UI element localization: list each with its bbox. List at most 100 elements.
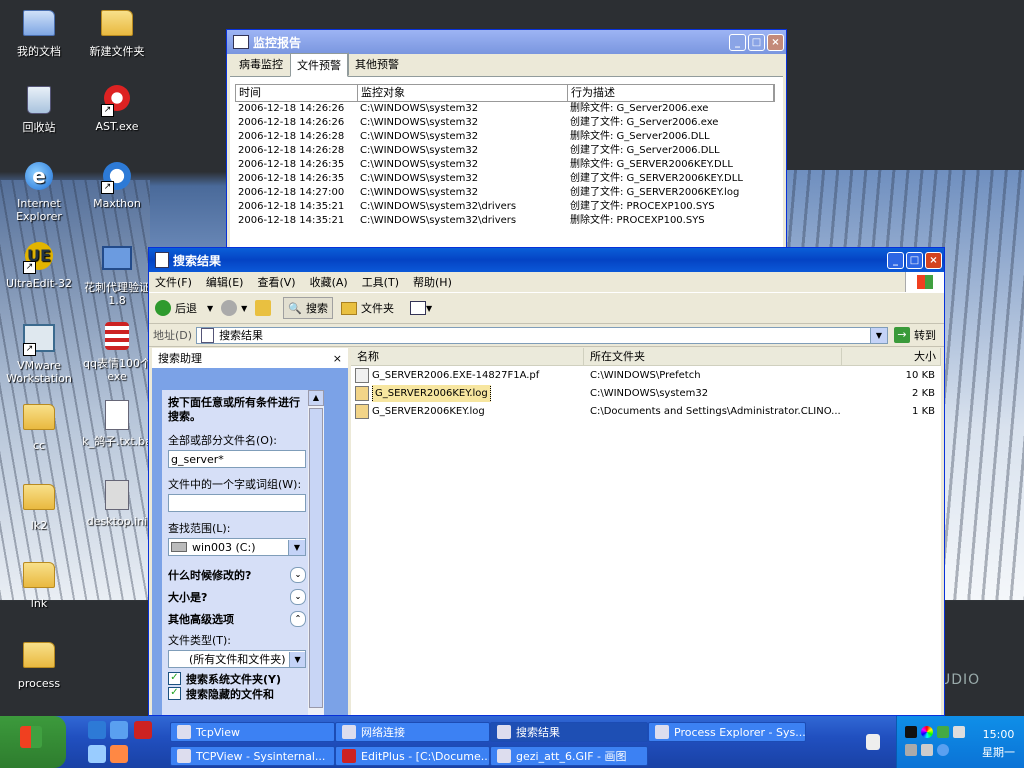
desktop-icon-proxy[interactable]: 花刺代理验证 1.8 — [78, 240, 156, 307]
task-process-explorer[interactable]: Process Explorer - Sys... — [648, 722, 806, 742]
phrase-input[interactable] — [168, 494, 306, 512]
tray-network-icon[interactable] — [905, 744, 917, 756]
table-row[interactable]: 2006-12-18 14:35:21 C:\WINDOWS\system32\d… — [235, 214, 775, 228]
task-search-results[interactable]: 搜索结果 — [490, 722, 648, 742]
look-in-select[interactable]: win003 (C:) ▼ — [168, 538, 306, 556]
desktop-icon-new-folder[interactable]: 新建文件夹 — [78, 4, 156, 58]
when-modified-section[interactable]: 什么时候修改的? ⌄ — [168, 564, 306, 586]
table-row[interactable]: 2006-12-18 14:26:35 C:\WINDOWS\system32 创建… — [235, 172, 775, 186]
search-system-checkbox[interactable]: ✓ 搜索系统文件夹(Y) — [168, 671, 306, 686]
forward-button[interactable]: ▼ — [221, 300, 247, 316]
clock[interactable]: 15:00 星期一 — [982, 726, 1015, 762]
search-button[interactable]: 🔍 搜索 — [283, 297, 334, 319]
maximize-button[interactable]: □ — [906, 251, 923, 269]
column-header-size[interactable]: 大小 — [842, 348, 941, 365]
table-row[interactable]: G_SERVER2006.EXE-14827F1A.pf C:\WINDOWS\… — [351, 367, 941, 384]
table-row[interactable]: 2006-12-18 14:27:00 C:\WINDOWS\system32 创建… — [235, 186, 775, 200]
table-row[interactable]: 2006-12-18 14:26:35 C:\WINDOWS\system32 删除… — [235, 158, 775, 172]
table-row[interactable]: G_SERVER2006KEY.log C:\WINDOWS\system32 … — [351, 385, 941, 402]
maximize-button[interactable]: □ — [748, 33, 765, 51]
menu-view[interactable]: 查看(V) — [257, 274, 295, 290]
desktop-icon-cc[interactable]: cc — [0, 398, 78, 452]
tray-app-icon[interactable] — [905, 726, 917, 738]
desktop-icon-recycle-bin[interactable]: 回收站 — [0, 82, 78, 134]
scroll-up-icon[interactable]: ▲ — [308, 390, 324, 406]
table-row[interactable]: 2006-12-18 14:35:21 C:\WINDOWS\system32\d… — [235, 200, 775, 214]
desktop-icon-ast[interactable]: ↗ AST.exe — [78, 82, 156, 133]
menu-favorites[interactable]: 收藏(A) — [310, 274, 348, 290]
desktop-icon-lnk[interactable]: lnk — [0, 556, 78, 610]
views-button[interactable]: ▼ — [410, 301, 432, 315]
column-header-folder[interactable]: 所在文件夹 — [584, 348, 842, 365]
desktop-icon-process[interactable]: process — [0, 636, 78, 690]
close-button[interactable]: × — [925, 251, 942, 269]
tray-ie-icon[interactable] — [937, 744, 949, 756]
scrollbar-thumb[interactable] — [309, 408, 323, 708]
task-editplus[interactable]: EditPlus - [C:\Docume... — [335, 746, 490, 766]
volume-icon[interactable] — [921, 744, 933, 756]
column-header-time[interactable]: 时间 — [236, 85, 358, 101]
table-row[interactable]: 2006-12-18 14:26:28 C:\WINDOWS\system32 删除… — [235, 130, 775, 144]
desktop-icon-ie[interactable]: e Internet Explorer — [0, 160, 78, 223]
desktop-icon-gezi[interactable]: k_鸽子.txt.ba — [78, 398, 156, 448]
search-hidden-checkbox[interactable]: ✓ 搜索隐藏的文件和 — [168, 686, 306, 701]
chevron-down-icon[interactable]: ▼ — [207, 304, 213, 313]
desktop-icon-desktop-ini[interactable]: desktop.ini — [78, 478, 156, 528]
tab-virus-monitor[interactable]: 病毒监控 — [232, 52, 290, 76]
file-type-select[interactable]: (所有文件和文件夹) ▼ — [168, 650, 306, 668]
table-row[interactable]: 2006-12-18 14:26:28 C:\WINDOWS\system32 创建… — [235, 144, 775, 158]
filename-input[interactable]: g_server* — [168, 450, 306, 468]
task-network[interactable]: 网络连接 — [335, 722, 490, 742]
search-titlebar[interactable]: 搜索结果 _ □ × — [149, 248, 944, 272]
close-button[interactable]: × — [767, 33, 784, 51]
table-row[interactable]: 2006-12-18 14:26:26 C:\WINDOWS\system32 删除… — [235, 102, 775, 116]
address-input[interactable]: 搜索结果 ▼ — [196, 326, 888, 344]
tray-expand-icon[interactable] — [866, 734, 880, 750]
advanced-section[interactable]: 其他高级选项 ⌃ — [168, 608, 306, 630]
task-tcpview[interactable]: TcpView — [170, 722, 335, 742]
tray-tool-icon[interactable] — [953, 726, 965, 738]
chevron-down-icon[interactable]: ▼ — [241, 304, 247, 313]
expand-chevron-icon[interactable]: ⌄ — [290, 567, 306, 583]
minimize-button[interactable]: _ — [729, 33, 746, 51]
show-desktop-icon[interactable] — [88, 745, 106, 763]
minimize-button[interactable]: _ — [887, 251, 904, 269]
ie-icon[interactable] — [88, 721, 106, 739]
menu-help[interactable]: 帮助(H) — [413, 274, 452, 290]
tray-color-icon[interactable] — [921, 726, 933, 738]
menu-file[interactable]: 文件(F) — [155, 274, 192, 290]
editplus-icon[interactable] — [134, 721, 152, 739]
task-paint[interactable]: gezi_att_6.GIF - 画图 — [490, 746, 648, 766]
chevron-down-icon[interactable]: ▼ — [288, 539, 305, 555]
table-row[interactable]: G_SERVER2006KEY.log C:\Documents and Set… — [351, 403, 941, 420]
task-tcpview-sysinternals[interactable]: TCPView - Sysinternal... — [170, 746, 335, 766]
tab-other-alert[interactable]: 其他预警 — [348, 52, 406, 76]
desktop-icon-maxthon[interactable]: ↗ Maxthon — [78, 160, 156, 210]
app-quicklaunch-icon[interactable] — [110, 745, 128, 763]
close-icon[interactable]: × — [333, 352, 342, 365]
tray-shield-icon[interactable] — [937, 726, 949, 738]
search-form-scrollbar[interactable]: ▲ — [308, 390, 324, 715]
desktop-icon-my-documents[interactable]: 我的文档 — [0, 4, 78, 58]
desktop-icon-lk2[interactable]: lk2 — [0, 478, 78, 532]
desktop-icon-qq[interactable]: qq表情100个 exe — [78, 320, 156, 383]
size-section[interactable]: 大小是? ⌄ — [168, 586, 306, 608]
menu-edit[interactable]: 编辑(E) — [206, 274, 244, 290]
chevron-down-icon[interactable]: ▼ — [289, 651, 305, 667]
up-folder-button[interactable] — [255, 300, 275, 316]
menu-tools[interactable]: 工具(T) — [362, 274, 399, 290]
back-button[interactable]: 后退 ▼ — [155, 300, 213, 316]
go-button[interactable]: → 转到 — [894, 327, 936, 343]
column-header-action[interactable]: 行为描述 — [568, 85, 774, 101]
tab-file-alert[interactable]: 文件预警 — [290, 53, 348, 77]
collapse-chevron-icon[interactable]: ⌃ — [290, 611, 306, 627]
maxthon-icon[interactable] — [110, 721, 128, 739]
chevron-down-icon[interactable]: ▼ — [870, 327, 887, 343]
table-row[interactable]: 2006-12-18 14:26:26 C:\WINDOWS\system32 创建… — [235, 116, 775, 130]
monitor-titlebar[interactable]: 监控报告 _ □ × — [227, 30, 786, 54]
desktop-icon-vmware[interactable]: ↗ VMware Workstation — [0, 320, 78, 385]
expand-chevron-icon[interactable]: ⌄ — [290, 589, 306, 605]
chevron-down-icon[interactable]: ▼ — [426, 304, 432, 313]
column-header-target[interactable]: 监控对象 — [358, 85, 568, 101]
column-header-name[interactable]: 名称 — [351, 348, 584, 365]
